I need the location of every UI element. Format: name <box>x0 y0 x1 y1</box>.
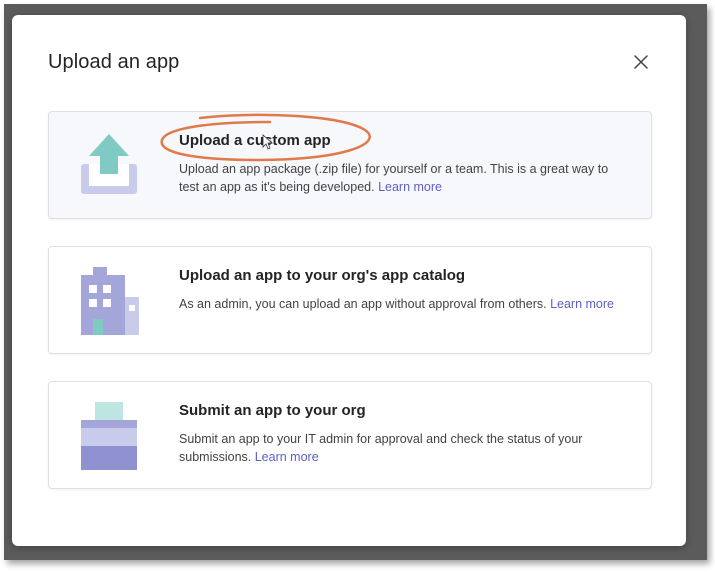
learn-more-link[interactable]: Learn more <box>255 450 319 464</box>
option-title: Submit an app to your org <box>179 402 366 419</box>
option-description: Submit an app to your IT admin for appro… <box>179 430 631 466</box>
learn-more-link[interactable]: Learn more <box>550 297 614 311</box>
screenshot-frame: Upload an app Upload a custom app Upload… <box>0 0 715 573</box>
option-description-text: Submit an app to your IT admin for appro… <box>179 432 583 464</box>
dialog-title: Upload an app <box>48 51 180 73</box>
learn-more-link[interactable]: Learn more <box>378 180 442 194</box>
option-description-text: As an admin, you can upload an app witho… <box>179 297 547 311</box>
option-description: Upload an app package (.zip file) for yo… <box>179 160 631 196</box>
upload-to-org-catalog-option[interactable]: Upload an app to your org's app catalog … <box>48 246 652 354</box>
upload-custom-app-option[interactable]: Upload a custom app Upload an app packag… <box>48 111 652 219</box>
option-title: Upload an app to your org's app catalog <box>179 267 466 284</box>
option-description: As an admin, you can upload an app witho… <box>179 295 631 313</box>
building-icon <box>81 267 139 335</box>
submit-box-icon <box>81 402 137 470</box>
option-title: Upload a custom app <box>179 132 331 149</box>
close-button[interactable] <box>628 49 654 75</box>
upload-icon <box>81 134 137 194</box>
submit-app-to-org-option[interactable]: Submit an app to your org Submit an app … <box>48 381 652 489</box>
close-icon <box>634 55 648 69</box>
upload-app-dialog: Upload an app Upload a custom app Upload… <box>12 15 686 546</box>
